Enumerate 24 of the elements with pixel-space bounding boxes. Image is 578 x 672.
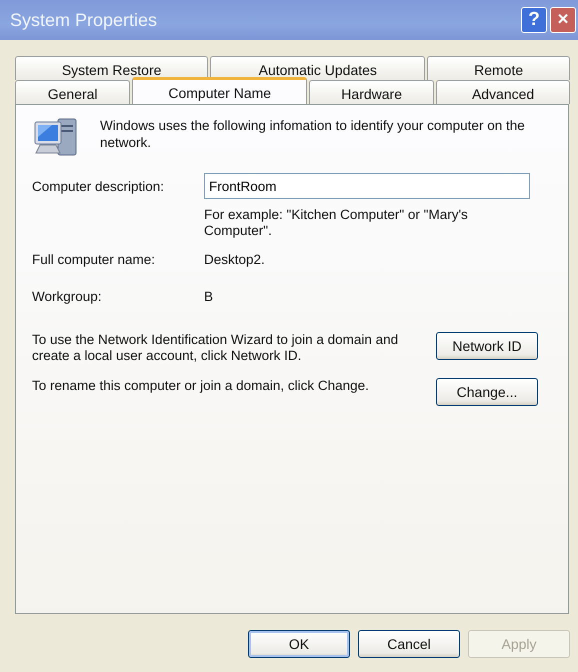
tab[interactable]: General [15,80,130,104]
dialog-button[interactable]: OK [248,630,350,658]
description-field[interactable]: FrontRoom [204,173,530,199]
field-value: B [204,289,214,304]
help-button[interactable]: ? [521,7,547,33]
tab[interactable]: Automatic Updates [210,56,426,80]
tab[interactable]: Remote [427,56,570,80]
action-button[interactable]: Network ID [436,332,538,360]
tab[interactable]: Computer Name [132,77,308,104]
field-label: Full computer name: [32,252,156,267]
tab[interactable]: Advanced [436,80,570,104]
tab[interactable]: Hardware [309,80,434,104]
instruction-text: To use the Network Identification Wizard to join a domain and create a local user account, click Network ID. [32,332,400,364]
field-label: Workgroup: [32,289,103,304]
instruction-text: To rename this computer or join a domain, click Change. [32,378,370,394]
hint-text: For example: "Kitchen Computer" or "Mary's Computer". [204,207,469,239]
tab[interactable]: System Restore [15,56,208,80]
close-button[interactable]: × [550,7,576,33]
window-title: System Properties [10,10,158,30]
field-value: Desktop2. [204,252,265,267]
intro-text: Windows uses the following infomation to identify your computer on the network. [100,117,526,151]
field-label: Computer description: [32,178,166,194]
action-button[interactable]: Change... [436,378,538,406]
dialog-button[interactable]: Cancel [358,630,460,658]
